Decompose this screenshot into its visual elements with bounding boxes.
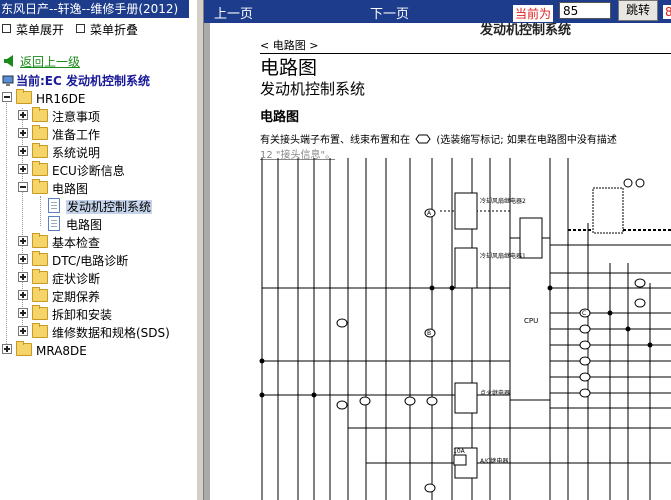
- page-navigation-bar: 上一页 下一页 当前为 跳转 8: [204, 0, 671, 23]
- tree-item-label: 准备工作: [52, 128, 101, 142]
- collapse-icon[interactable]: [18, 182, 28, 192]
- expand-icon[interactable]: [18, 272, 28, 282]
- tree-item-label: DTC/电路诊断: [52, 254, 129, 268]
- tree-item-label: 基本检查: [52, 236, 101, 250]
- tree-item-hr16de[interactable]: HR16DE: [2, 89, 86, 108]
- folder-icon: [32, 143, 48, 158]
- connector-label: C: [582, 310, 586, 317]
- tree-item-label: 电路图: [66, 218, 103, 232]
- document-icon: [48, 198, 60, 213]
- navigation-frame: 东风日产--轩逸--维修手册(2012) 菜单展开 菜单折叠 返回上一级 当前:…: [0, 0, 196, 500]
- tree-item-label: 维修数据和规格(SDS): [52, 326, 170, 340]
- current-page-label: 当前为: [513, 5, 554, 22]
- tree-item[interactable]: 准备工作: [18, 125, 101, 144]
- menu-expand-label: 菜单展开: [16, 23, 65, 37]
- tree-item-label: 系统说明: [52, 146, 101, 160]
- tree-item-label: HR16DE: [36, 92, 86, 106]
- relay-label: 冷却风扇继电器1: [480, 252, 526, 260]
- menu-collapse-label: 菜单折叠: [90, 23, 139, 37]
- back-arrow-icon: [4, 55, 13, 67]
- expand-icon[interactable]: [18, 326, 28, 336]
- connector-label: B: [427, 330, 431, 337]
- tree-item-label: 症状诊断: [52, 272, 101, 286]
- tree-connector: [40, 196, 41, 226]
- expand-icon[interactable]: [18, 146, 28, 156]
- tree-item[interactable]: ECU诊断信息: [18, 161, 125, 180]
- content-frame: 上一页 下一页 当前为 跳转 8 发动机控制系统 < 电路图 > 电路图 发动机…: [204, 0, 671, 500]
- tree-item-label: 拆卸和安装: [52, 308, 113, 322]
- next-page-link[interactable]: 下一页: [370, 3, 409, 22]
- computer-icon: [2, 75, 14, 86]
- relay-label: 点火继电器: [480, 389, 510, 397]
- cpu-label: CPU: [524, 317, 538, 325]
- square-icon: [76, 24, 85, 33]
- folder-icon: [32, 269, 48, 284]
- tree-item[interactable]: 注意事项: [18, 107, 101, 126]
- folder-open-icon: [16, 89, 32, 104]
- expand-icon[interactable]: [18, 254, 28, 264]
- prev-page-link[interactable]: 上一页: [214, 3, 253, 22]
- expand-icon[interactable]: [18, 308, 28, 318]
- current-node: 当前:EC 发动机控制系统: [2, 72, 150, 89]
- back-link[interactable]: 返回上一级: [4, 54, 80, 70]
- expand-icon[interactable]: [18, 236, 28, 246]
- frame-splitter[interactable]: [196, 0, 204, 500]
- document-icon: [48, 216, 60, 231]
- folder-icon: [32, 251, 48, 266]
- tree-item[interactable]: 定期保养: [18, 287, 101, 306]
- folder-icon: [32, 107, 48, 122]
- folder-icon: [32, 125, 48, 140]
- go-button[interactable]: 跳转: [618, 0, 658, 21]
- tree-item-mra8de[interactable]: MRA8DE: [2, 341, 87, 360]
- tree-item-label: 定期保养: [52, 290, 101, 304]
- tree-subitem-selected[interactable]: 发动机控制系统: [44, 198, 153, 216]
- menu-collapse-button[interactable]: 菜单折叠: [76, 20, 138, 40]
- folder-icon: [32, 161, 48, 176]
- tree-item[interactable]: 维修数据和规格(SDS): [18, 323, 170, 342]
- page-number-input[interactable]: [559, 2, 611, 19]
- menu-expand-button[interactable]: 菜单展开: [2, 20, 64, 40]
- relay-label: A/C继电器: [480, 457, 508, 465]
- tree-connector: [6, 98, 7, 350]
- tree-item-label: 发动机控制系统: [66, 200, 153, 214]
- tree-item[interactable]: DTC/电路诊断: [18, 251, 129, 270]
- tree-item[interactable]: 系统说明: [18, 143, 101, 162]
- folder-icon: [32, 323, 48, 338]
- relay-label: 冷却风扇继电器2: [480, 197, 526, 205]
- expand-icon[interactable]: [18, 164, 28, 174]
- expand-icon[interactable]: [18, 290, 28, 300]
- document-page: 发动机控制系统 < 电路图 > 电路图 发动机控制系统 电路图 有关接头端子布置…: [210, 23, 671, 500]
- folder-icon: [32, 233, 48, 248]
- menu-bar: 菜单展开 菜单折叠: [0, 20, 196, 40]
- folder-icon: [32, 305, 48, 320]
- tree-item-label: 注意事项: [52, 110, 101, 124]
- square-icon: [2, 24, 11, 33]
- expand-icon[interactable]: [18, 128, 28, 138]
- back-link-label[interactable]: 返回上一级: [20, 55, 80, 69]
- fuse-label: 10A: [453, 448, 466, 455]
- folder-icon: [32, 287, 48, 302]
- expand-icon[interactable]: [2, 344, 12, 354]
- expand-icon[interactable]: [18, 110, 28, 120]
- tree-item-label: 电路图: [52, 182, 89, 196]
- tree-item-label: ECU诊断信息: [52, 164, 125, 178]
- current-node-label: 当前:EC 发动机控制系统: [16, 74, 150, 88]
- total-pages-label: 8: [663, 5, 671, 19]
- tree-item[interactable]: 症状诊断: [18, 269, 101, 288]
- tree-item[interactable]: 拆卸和安装: [18, 305, 113, 324]
- tree-subitem[interactable]: 电路图: [44, 216, 102, 234]
- tree-item[interactable]: 基本检查: [18, 233, 101, 252]
- tree-item-label: MRA8DE: [36, 344, 87, 358]
- app-title: 东风日产--轩逸--维修手册(2012): [0, 0, 189, 18]
- folder-open-icon: [32, 179, 48, 194]
- tree-item-circuit[interactable]: 电路图: [18, 179, 89, 198]
- folder-icon: [16, 341, 32, 356]
- wiring-diagram: CPU A B C 冷却风扇继电器2 冷却风扇继电器1 点火继电器 10A A/…: [259, 158, 671, 500]
- collapse-icon[interactable]: [2, 92, 12, 102]
